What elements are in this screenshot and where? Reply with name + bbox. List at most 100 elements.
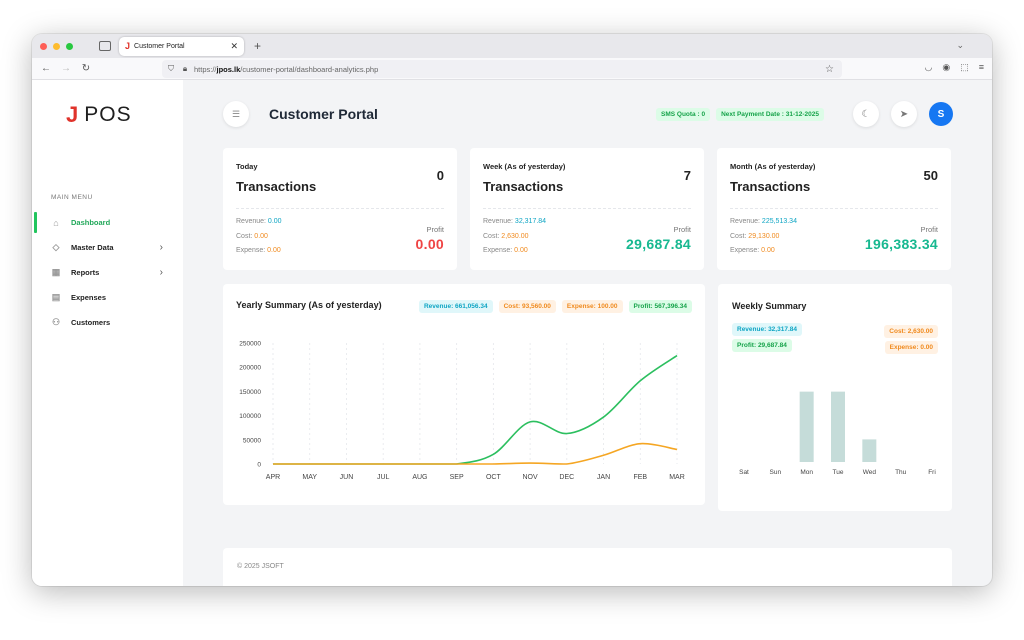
stat-cost: Cost: 2,630.00 xyxy=(483,233,529,240)
bar xyxy=(831,391,845,462)
stat-revenue: Revenue: 225,513.34 xyxy=(730,218,797,225)
stat-expense: Expense: 0.00 xyxy=(730,247,775,254)
logo-text: POS xyxy=(84,103,132,126)
sidebar-item-label: Customers xyxy=(71,318,111,327)
stat-revenue: Revenue: 0.00 xyxy=(236,218,282,225)
app-area: J POS MAIN MENU ⌂ Dashboard ◇ Master Dat… xyxy=(32,80,992,586)
cost-label: Cost: xyxy=(483,233,500,240)
chevron-right-icon: › xyxy=(159,267,163,278)
stat-card-month: Month (As of yesterday) Transactions 50 … xyxy=(717,148,951,270)
x-tick-label: DEC xyxy=(559,474,574,481)
favicon-icon: J xyxy=(125,41,131,51)
x-tick-label: MAR xyxy=(669,474,685,481)
x-tick-label: SEP xyxy=(450,474,464,481)
x-tick-label: Sat xyxy=(739,469,749,476)
y-tick-label: 150000 xyxy=(239,389,261,396)
divider xyxy=(236,208,444,209)
zoom-window-button[interactable] xyxy=(66,42,73,50)
url-bar: ← → ↻ ⛉ 🔒︎ https://jpos.lk/customer-port… xyxy=(32,58,992,80)
toolbar-icons: ◡ ◉ ⬚ ≡ xyxy=(925,62,985,73)
back-icon[interactable]: ← xyxy=(40,63,52,74)
browser-window: J Customer Portal ✕ + ⌄ ← → ↻ ⛉ 🔒︎ https… xyxy=(32,34,992,586)
x-tick-label: MAY xyxy=(302,474,317,481)
stat-period: Today xyxy=(236,162,258,171)
stat-expense: Expense: 0.00 xyxy=(236,247,281,254)
header-badges: SMS Quota : 0 Next Payment Date : 31-12-… xyxy=(656,108,824,121)
sidebar-item-label: Master Data xyxy=(71,243,114,252)
y-tick-label: 200000 xyxy=(239,365,261,372)
tab-strip: J Customer Portal ✕ + ⌄ xyxy=(32,34,992,58)
sidebar-item-expenses[interactable]: ▤ Expenses xyxy=(32,285,183,310)
stat-card-week: Week (As of yesterday) Transactions 7 Re… xyxy=(470,148,704,270)
user-icon: ⚇ xyxy=(51,317,61,327)
close-window-button[interactable] xyxy=(40,42,47,50)
tab-manager-icon[interactable] xyxy=(99,41,111,51)
stat-card-today: Today Transactions 0 Revenue: 0.00 Cost:… xyxy=(223,148,457,270)
sidebar-item-customers[interactable]: ⚇ Customers xyxy=(32,310,183,335)
logo[interactable]: J POS xyxy=(66,102,132,128)
x-tick-label: APR xyxy=(266,474,280,481)
account-icon[interactable]: ◉ xyxy=(942,62,950,73)
bar xyxy=(862,439,877,462)
x-tick-label: Thu xyxy=(895,469,907,476)
sidebar-item-label: Reports xyxy=(71,268,100,277)
x-tick-label: Wed xyxy=(863,469,877,476)
menu-heading: MAIN MENU xyxy=(51,194,93,201)
tab-list-chevron-icon[interactable]: ⌄ xyxy=(956,40,964,51)
sidebar: J POS MAIN MENU ⌂ Dashboard ◇ Master Dat… xyxy=(32,80,183,586)
menu-icon[interactable]: ≡ xyxy=(979,62,984,73)
x-tick-label: JUN xyxy=(340,474,354,481)
sidebar-menu: ⌂ Dashboard ◇ Master Data › ▦ Reports › … xyxy=(32,210,183,335)
profit-value: 196,383.34 xyxy=(864,236,938,252)
extensions-icon[interactable]: ⬚ xyxy=(960,62,969,73)
grid-icon: ▦ xyxy=(51,267,61,277)
home-icon: ⌂ xyxy=(53,217,59,228)
minimize-window-button[interactable] xyxy=(53,42,60,50)
revenue-label: Revenue: xyxy=(483,218,513,225)
main-content: ☰ Customer Portal SMS Quota : 0 Next Pay… xyxy=(183,80,992,586)
revenue-value: 0.00 xyxy=(267,218,282,225)
x-tick-label: JAN xyxy=(597,474,610,481)
close-tab-icon[interactable]: ✕ xyxy=(230,41,238,52)
expense-label: Expense: xyxy=(236,247,266,254)
shield-icon[interactable]: ⛉ xyxy=(166,64,176,74)
browser-tab[interactable]: J Customer Portal ✕ xyxy=(119,36,244,56)
send-icon[interactable]: ➤ xyxy=(891,101,917,127)
reload-icon[interactable]: ↻ xyxy=(80,63,92,74)
active-indicator xyxy=(34,212,37,233)
revenue-label: Revenue: xyxy=(730,218,760,225)
expense-label: Expense: xyxy=(730,247,760,254)
revenue-value: 225,513.34 xyxy=(761,218,797,225)
cost-value: 29,130.00 xyxy=(748,233,780,240)
cost-value: 0.00 xyxy=(254,233,268,240)
bar xyxy=(799,391,814,462)
url-host: jpos.lk xyxy=(216,64,241,74)
profit-label: Profit xyxy=(673,225,691,234)
avatar[interactable]: S xyxy=(929,102,953,126)
stat-count: 7 xyxy=(683,168,691,183)
stat-title: Transactions xyxy=(730,179,811,194)
divider xyxy=(483,208,691,209)
sidebar-item-reports[interactable]: ▦ Reports › xyxy=(32,260,183,285)
next-payment-badge: Next Payment Date : 31-12-2025 xyxy=(716,108,824,121)
x-tick-label: JUL xyxy=(377,474,390,481)
sidebar-item-master-data[interactable]: ◇ Master Data › xyxy=(32,235,183,260)
page-title: Customer Portal xyxy=(269,106,378,122)
address-field[interactable]: ⛉ 🔒︎ https://jpos.lk/customer-portal/das… xyxy=(162,60,842,78)
new-tab-icon[interactable]: + xyxy=(254,39,261,53)
chevron-right-icon: › xyxy=(159,242,163,253)
expense-label: Expense: xyxy=(483,247,513,254)
sidebar-item-dashboard[interactable]: ⌂ Dashboard xyxy=(32,210,183,235)
stat-count: 0 xyxy=(436,168,444,183)
bookmark-star-icon[interactable]: ☆ xyxy=(825,64,834,75)
profit-label: Profit xyxy=(426,225,444,234)
revenue-label: Revenue: xyxy=(236,218,266,225)
pocket-icon[interactable]: ◡ xyxy=(925,62,933,73)
menu-toggle-icon[interactable]: ☰ xyxy=(223,101,249,127)
moon-icon[interactable]: ☾ xyxy=(853,101,879,127)
y-tick-label: 100000 xyxy=(239,413,261,420)
url-prefix: https:// xyxy=(194,64,217,74)
lock-icon[interactable]: 🔒︎ xyxy=(180,64,190,74)
weekly-summary-card: Weekly Summary Revenue: 32,317.84 Profit… xyxy=(718,284,952,511)
forward-icon[interactable]: → xyxy=(60,63,72,74)
